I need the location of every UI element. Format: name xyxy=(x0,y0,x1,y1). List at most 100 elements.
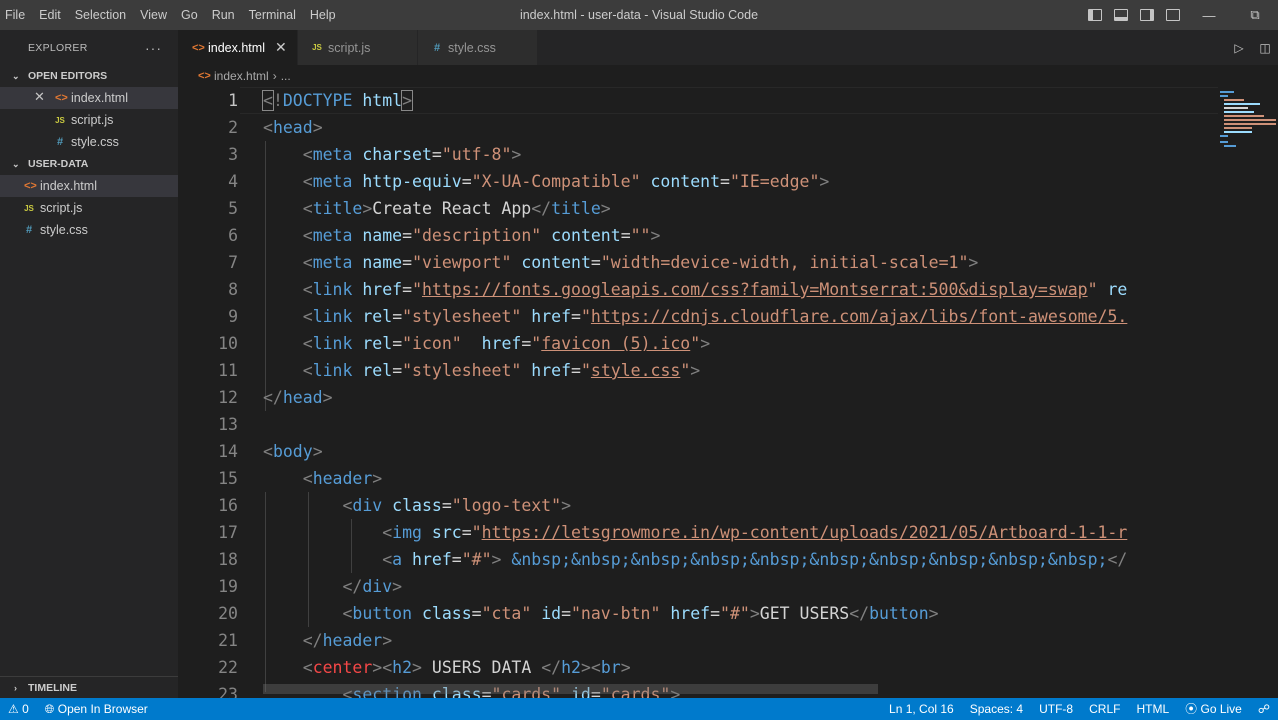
tab-script-js[interactable]: JS script.js xyxy=(298,30,418,65)
cursor-position[interactable]: Ln 1, Col 16 xyxy=(881,698,962,720)
play-icon[interactable]: ▷ xyxy=(1226,41,1252,55)
language-mode[interactable]: HTML xyxy=(1128,698,1177,720)
menu-edit[interactable]: Edit xyxy=(32,0,68,30)
line-number: 7 xyxy=(228,253,238,272)
code-content: <title>Create React App</title> xyxy=(302,199,611,218)
code-line: 9 <link rel="stylesheet" href="https://c… xyxy=(178,303,1218,330)
line-number: 14 xyxy=(218,442,238,461)
html-file-icon: <> xyxy=(192,41,205,54)
line-number: 10 xyxy=(218,334,238,353)
tab-style-css[interactable]: # style.css xyxy=(418,30,538,65)
line-number: 19 xyxy=(218,577,238,596)
title-bar: File Edit Selection View Go Run Terminal… xyxy=(0,0,1278,30)
open-editor-item[interactable]: ✕ <> index.html xyxy=(0,87,178,109)
line-number: 18 xyxy=(218,550,238,569)
go-live-button[interactable]: ⦿ Go Live xyxy=(1177,698,1250,720)
code-line: 5 <title>Create React App</title> xyxy=(178,195,1218,222)
tab-label: script.js xyxy=(328,40,371,55)
code-line: 13 xyxy=(178,411,1218,438)
file-tree-item[interactable]: # style.css xyxy=(0,219,178,241)
line-number: 1 xyxy=(228,91,238,110)
status-bar: ⚠ 0 🌐︎ Open In Browser Ln 1, Col 16 Spac… xyxy=(0,698,1278,720)
line-number: 17 xyxy=(218,523,238,542)
indentation[interactable]: Spaces: 4 xyxy=(962,698,1031,720)
code-content: <meta name="viewport" content="width=dev… xyxy=(302,253,979,272)
open-in-browser-button[interactable]: 🌐︎ Open In Browser xyxy=(37,698,156,720)
toggle-primary-sidebar-icon[interactable] xyxy=(1082,0,1108,30)
minimize-icon[interactable]: — xyxy=(1186,0,1232,30)
tab-label: index.html xyxy=(208,40,265,55)
code-editor[interactable]: 1 <!DOCTYPE html> 2 <head> 3 <meta charset… xyxy=(178,87,1218,698)
warning-icon: ⚠ xyxy=(8,702,19,716)
feedback-icon[interactable]: ☍ xyxy=(1250,698,1278,720)
line-number: 23 xyxy=(218,685,238,698)
menu-terminal[interactable]: Terminal xyxy=(242,0,303,30)
line-number: 4 xyxy=(228,172,238,191)
more-actions-icon[interactable]: ··· xyxy=(145,40,162,56)
code-content: <header> xyxy=(302,469,383,488)
file-tree-label: style.css xyxy=(40,223,88,237)
line-number: 2 xyxy=(228,118,238,137)
breadcrumb: <> index.html › ... xyxy=(178,65,1218,87)
css-file-icon: # xyxy=(433,41,441,54)
customize-layout-icon[interactable] xyxy=(1160,0,1186,30)
folder-label: USER-DATA xyxy=(28,158,89,170)
html-file-icon: <> xyxy=(55,92,68,104)
code-line: 4 <meta http-equiv="X-UA-Compatible" con… xyxy=(178,168,1218,195)
menu-view[interactable]: View xyxy=(133,0,174,30)
close-icon[interactable]: ✕ xyxy=(275,39,287,56)
split-editor-icon[interactable]: ◫ xyxy=(1252,41,1278,55)
code-content: <link rel="stylesheet" href="style.css"> xyxy=(302,361,701,380)
code-content: <!DOCTYPE html> xyxy=(262,90,414,111)
close-icon[interactable]: ✕ xyxy=(34,89,45,105)
code-line: 21 </header> xyxy=(178,627,1218,654)
explorer-header: EXPLORER ··· xyxy=(0,30,178,65)
code-content: <head> xyxy=(263,118,323,137)
menu-run[interactable]: Run xyxy=(205,0,242,30)
go-live-label: Go Live xyxy=(1200,702,1242,716)
code-content: </header> xyxy=(302,631,393,650)
timeline-section[interactable]: › TIMELINE xyxy=(0,676,178,698)
tab-index-html[interactable]: <> index.html ✕ xyxy=(178,30,298,65)
minimap[interactable] xyxy=(1218,87,1278,698)
code-line: 7 <meta name="viewport" content="width=d… xyxy=(178,249,1218,276)
open-editor-item[interactable]: # style.css xyxy=(0,131,178,153)
code-content: <link rel="icon" href="favicon (5).ico"> xyxy=(302,334,711,353)
code-line: 18 <a href="#"> &nbsp;&nbsp;&nbsp;&nbsp;… xyxy=(178,546,1218,573)
breadcrumb-more[interactable]: ... xyxy=(281,69,291,83)
file-tree-item[interactable]: <> index.html xyxy=(0,175,178,197)
menu-bar: File Edit Selection View Go Run Terminal… xyxy=(0,0,343,30)
code-content: <img src="https://letsgrowmore.in/wp-con… xyxy=(382,523,1128,542)
restore-icon[interactable]: ⧉ xyxy=(1232,0,1278,30)
menu-go[interactable]: Go xyxy=(174,0,205,30)
code-content: <body> xyxy=(263,442,323,461)
js-file-icon: JS xyxy=(55,115,65,125)
problems-indicator[interactable]: ⚠ 0 xyxy=(0,698,37,720)
menu-selection[interactable]: Selection xyxy=(68,0,133,30)
html-file-icon: <> xyxy=(24,180,37,192)
folder-section[interactable]: ⌄ USER-DATA xyxy=(0,153,178,175)
line-ending[interactable]: CRLF xyxy=(1081,698,1128,720)
horizontal-scrollbar[interactable] xyxy=(263,684,878,694)
chevron-down-icon: ⌄ xyxy=(12,158,20,169)
menu-help[interactable]: Help xyxy=(303,0,343,30)
timeline-label: TIMELINE xyxy=(28,681,77,694)
code-line: 12 </head> xyxy=(178,384,1218,411)
open-editor-item[interactable]: JS script.js xyxy=(0,109,178,131)
code-content: </head> xyxy=(263,388,333,407)
code-content: <link href="https://fonts.googleapis.com… xyxy=(302,280,1128,299)
code-line: 6 <meta name="description" content=""> xyxy=(178,222,1218,249)
line-number: 22 xyxy=(218,658,238,677)
editor-actions: ▷ ◫ xyxy=(1226,30,1278,65)
encoding[interactable]: UTF-8 xyxy=(1031,698,1081,720)
code-content: <link rel="stylesheet" href="https://cdn… xyxy=(302,307,1128,326)
tab-label: style.css xyxy=(448,40,496,55)
breadcrumb-file[interactable]: index.html xyxy=(214,69,269,83)
file-tree-item[interactable]: JS script.js xyxy=(0,197,178,219)
css-file-icon: # xyxy=(56,136,64,148)
toggle-panel-icon[interactable] xyxy=(1108,0,1134,30)
menu-file[interactable]: File xyxy=(0,0,32,30)
open-editors-section[interactable]: ⌄ OPEN EDITORS xyxy=(0,65,178,87)
open-in-browser-label: Open In Browser xyxy=(57,702,148,716)
toggle-secondary-sidebar-icon[interactable] xyxy=(1134,0,1160,30)
